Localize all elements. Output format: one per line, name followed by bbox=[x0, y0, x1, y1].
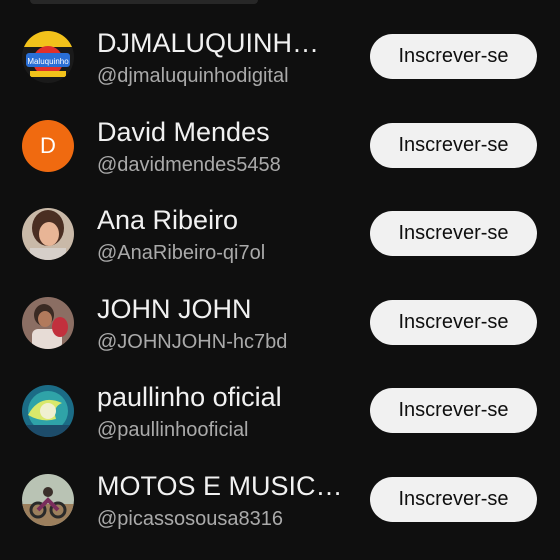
channel-handle: @picassosousa8316 bbox=[97, 507, 283, 530]
wave-avatar[interactable] bbox=[22, 385, 74, 438]
channel-name[interactable]: MOTOS E MUSIC… bbox=[97, 470, 353, 502]
letter-avatar[interactable]: D bbox=[22, 119, 74, 172]
subscribe-button[interactable]: Inscrever-se bbox=[370, 388, 537, 434]
channel-handle: @AnaRibeiro-qi7ol bbox=[97, 242, 266, 265]
subscribe-button[interactable]: Inscrever-se bbox=[370, 476, 537, 522]
dj-logo-avatar[interactable]: Maluquinho bbox=[22, 31, 74, 83]
subscribe-button[interactable]: Inscrever-se bbox=[370, 122, 537, 168]
channel-row[interactable]: D David Mendes @davidmendes5458 Inscreve… bbox=[0, 102, 560, 191]
photo-avatar[interactable] bbox=[22, 296, 74, 349]
channel-name[interactable]: paullinho oficial bbox=[97, 381, 353, 413]
channel-list: Maluquinho DJMALUQUINH… @djmaluquinhodig… bbox=[0, 13, 560, 545]
channel-handle: @JOHNJOHN-hc7bd bbox=[97, 330, 288, 353]
subscribe-button[interactable]: Inscrever-se bbox=[370, 299, 537, 345]
channel-name[interactable]: DJMALUQUINH… bbox=[97, 27, 353, 59]
channel-row[interactable]: Ana Ribeiro @AnaRibeiro-qi7ol Inscrever-… bbox=[0, 190, 560, 279]
subscribe-button[interactable]: Inscrever-se bbox=[370, 34, 537, 79]
top-divider bbox=[30, 0, 258, 4]
channel-row[interactable]: MOTOS E MUSIC… @picassosousa8316 Inscrev… bbox=[0, 456, 560, 545]
channel-handle: @djmaluquinhodigital bbox=[97, 65, 289, 87]
channel-row[interactable]: JOHN JOHN @JOHNJOHN-hc7bd Inscrever-se bbox=[0, 279, 560, 368]
channel-handle: @paullinhooficial bbox=[97, 419, 249, 442]
svg-text:Maluquinho: Maluquinho bbox=[27, 57, 69, 66]
subscribe-button[interactable]: Inscrever-se bbox=[370, 211, 537, 257]
channel-name[interactable]: JOHN JOHN bbox=[97, 293, 353, 325]
channel-handle: @davidmendes5458 bbox=[97, 153, 281, 176]
channel-row[interactable]: paullinho oficial @paullinhooficial Insc… bbox=[0, 367, 560, 456]
photo-avatar[interactable] bbox=[22, 208, 74, 261]
channel-name[interactable]: Ana Ribeiro bbox=[97, 204, 353, 236]
channel-name[interactable]: David Mendes bbox=[97, 116, 353, 148]
motorcycle-avatar[interactable] bbox=[22, 473, 74, 526]
channel-row[interactable]: Maluquinho DJMALUQUINH… @djmaluquinhodig… bbox=[0, 13, 560, 102]
